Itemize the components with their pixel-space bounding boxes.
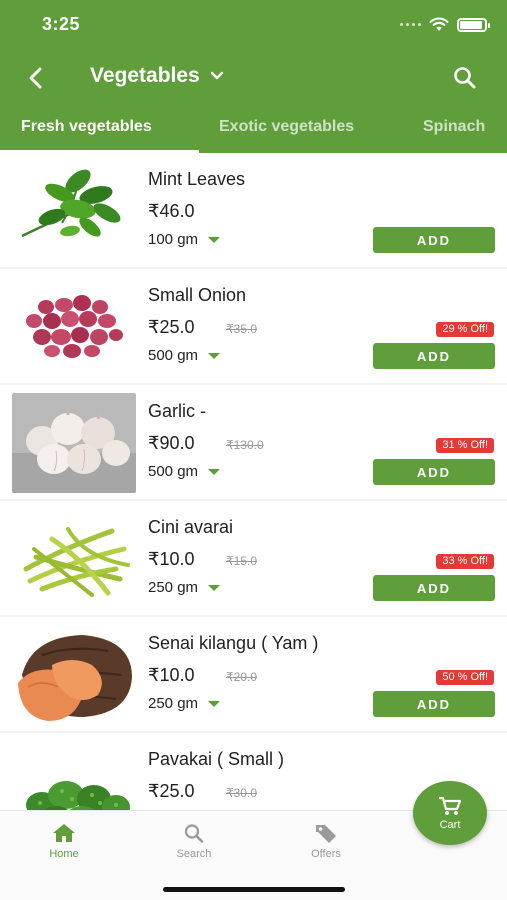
cart-icon xyxy=(439,796,462,815)
original-price: ₹35.0 xyxy=(226,322,257,336)
tag-icon xyxy=(316,825,336,843)
product-image-garlic xyxy=(12,393,136,493)
wifi-icon xyxy=(429,17,449,31)
quantity-selector[interactable]: 250 gm xyxy=(148,695,221,712)
tab-fresh-vegetables[interactable]: Fresh vegetables xyxy=(21,118,152,136)
product-image-onion xyxy=(12,277,136,377)
chevron-down-icon xyxy=(210,71,223,80)
product-price: ₹10.0 xyxy=(148,549,195,569)
quantity-label: 500 gm xyxy=(148,463,199,480)
product-image-bitter-gourd xyxy=(12,741,136,810)
caret-down-icon xyxy=(208,352,221,359)
product-image-mint xyxy=(12,161,136,261)
product-name: Mint Leaves xyxy=(148,169,246,189)
caret-down-icon xyxy=(208,584,221,591)
add-button[interactable]: ADD xyxy=(373,227,495,253)
product-name: Small Onion xyxy=(148,285,247,305)
add-button[interactable]: ADD xyxy=(373,343,495,369)
quantity-label: 250 gm xyxy=(148,695,199,712)
discount-badge: 31 % Off! xyxy=(436,438,494,453)
category-selector[interactable]: Vegetables xyxy=(90,64,224,88)
status-time: 3:25 xyxy=(42,14,81,34)
quantity-selector[interactable]: 500 gm xyxy=(148,347,221,364)
app-bar: Vegetables xyxy=(0,52,507,104)
product-name: Pavakai ( Small ) xyxy=(148,749,285,769)
quantity-label: 250 gm xyxy=(148,579,199,596)
product-item-small-onion[interactable]: Small Onion ₹25.0 ₹35.0 29 % Off! 500 gm… xyxy=(0,269,507,383)
search-icon[interactable] xyxy=(451,64,479,92)
original-price: ₹30.0 xyxy=(226,786,257,800)
discount-badge: 50 % Off! xyxy=(436,670,494,685)
nav-search[interactable]: Search xyxy=(159,823,229,860)
cart-button[interactable]: Cart xyxy=(413,781,487,845)
original-price: ₹20.0 xyxy=(226,670,257,684)
quantity-selector[interactable]: 250 gm xyxy=(148,579,221,596)
caret-down-icon xyxy=(208,236,221,243)
nav-search-label: Search xyxy=(176,848,212,860)
nav-home[interactable]: Home xyxy=(29,823,99,860)
nav-home-label: Home xyxy=(49,848,79,860)
product-price: ₹46.0 xyxy=(148,201,195,221)
status-bar: 3:25 xyxy=(0,0,507,52)
product-image-beans xyxy=(12,509,136,609)
nav-offers-label: Offers xyxy=(311,848,341,860)
product-item-garlic[interactable]: Garlic - ₹90.0 ₹130.0 31 % Off! 500 gm A… xyxy=(0,385,507,499)
home-indicator xyxy=(163,887,345,892)
caret-down-icon xyxy=(208,700,221,707)
original-price: ₹15.0 xyxy=(226,554,257,568)
quantity-selector[interactable]: 100 gm xyxy=(148,231,221,248)
cellular-signal-icon xyxy=(400,23,421,26)
product-name: Garlic - xyxy=(148,401,206,421)
original-price: ₹130.0 xyxy=(226,438,264,452)
product-list[interactable]: Mint Leaves ₹46.0 100 gm ADD Small Onion… xyxy=(0,153,507,810)
product-price: ₹25.0 xyxy=(148,317,195,337)
battery-icon xyxy=(457,17,490,32)
product-item-senai-kilangu[interactable]: Senai kilangu ( Yam ) ₹10.0 ₹20.0 50 % O… xyxy=(0,617,507,731)
category-tabs: Fresh vegetables Exotic vegetables Spina… xyxy=(0,108,507,153)
product-name: Cini avarai xyxy=(148,517,234,537)
tab-exotic-vegetables[interactable]: Exotic vegetables xyxy=(219,118,354,136)
nav-offers[interactable]: Offers xyxy=(291,823,361,860)
product-item-mint-leaves[interactable]: Mint Leaves ₹46.0 100 gm ADD xyxy=(0,153,507,267)
quantity-label: 500 gm xyxy=(148,347,199,364)
status-icons xyxy=(400,17,490,32)
product-price: ₹25.0 xyxy=(148,781,195,801)
cart-label: Cart xyxy=(439,818,461,831)
product-name: Senai kilangu ( Yam ) xyxy=(148,633,319,653)
product-item-cini-avarai[interactable]: Cini avarai ₹10.0 ₹15.0 33 % Off! 250 gm… xyxy=(0,501,507,615)
tab-spinach[interactable]: Spinach xyxy=(423,118,485,136)
add-button[interactable]: ADD xyxy=(373,691,495,717)
quantity-label: 100 gm xyxy=(148,231,199,248)
add-button[interactable]: ADD xyxy=(373,459,495,485)
page-title: Vegetables xyxy=(90,64,200,87)
discount-badge: 29 % Off! xyxy=(436,322,494,337)
back-arrow-icon[interactable] xyxy=(22,64,50,92)
search-icon xyxy=(184,824,204,843)
discount-badge: 33 % Off! xyxy=(436,554,494,569)
caret-down-icon xyxy=(208,468,221,475)
top-app-bar: 3:25 Vegetables Fresh vegetables Exotic … xyxy=(0,0,507,153)
add-button[interactable]: ADD xyxy=(373,575,495,601)
product-image-yam xyxy=(12,625,136,725)
quantity-selector[interactable]: 500 gm xyxy=(148,463,221,480)
home-icon xyxy=(53,824,75,842)
product-price: ₹90.0 xyxy=(148,433,195,453)
product-price: ₹10.0 xyxy=(148,665,195,685)
